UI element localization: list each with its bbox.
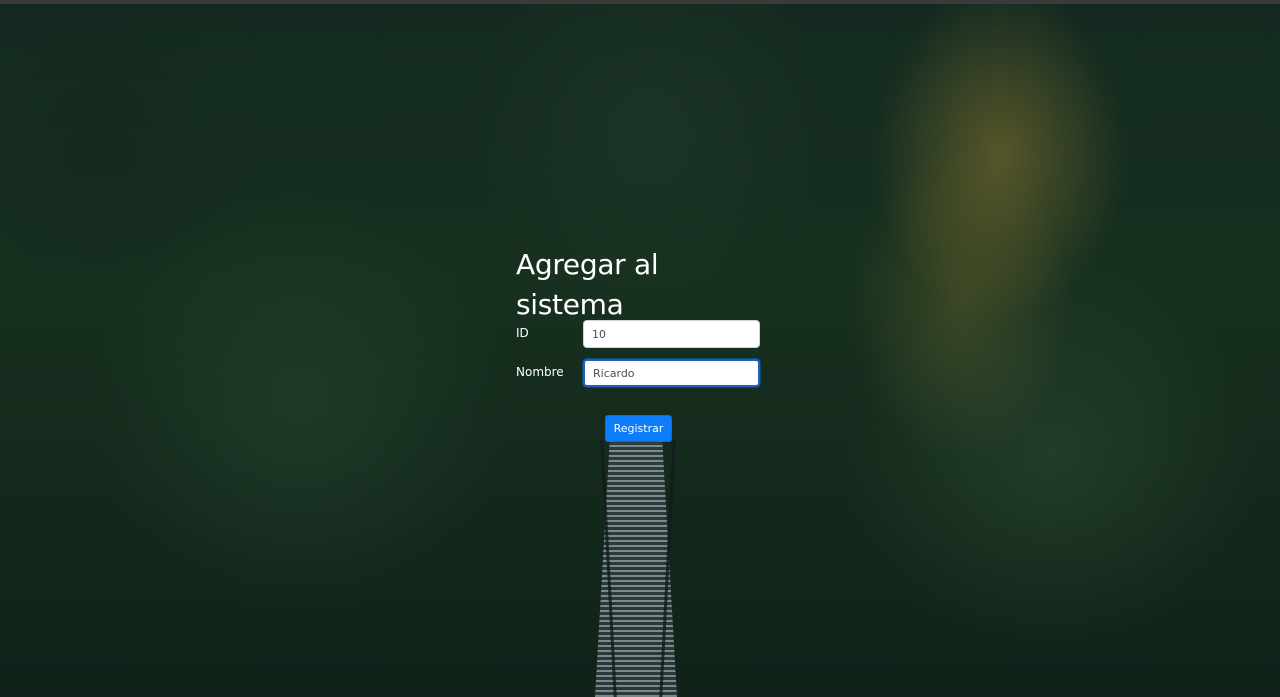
registration-form: Agregar al sistema ID Nombre Registrar xyxy=(516,245,766,442)
nombre-row: Nombre xyxy=(516,359,766,387)
page-title: Agregar al sistema xyxy=(516,248,659,321)
id-input[interactable] xyxy=(583,320,760,348)
nombre-label: Nombre xyxy=(516,365,564,379)
registrar-button[interactable]: Registrar xyxy=(605,415,672,442)
nombre-input[interactable] xyxy=(583,359,760,387)
id-label: ID xyxy=(516,326,529,340)
id-row: ID xyxy=(516,320,766,348)
